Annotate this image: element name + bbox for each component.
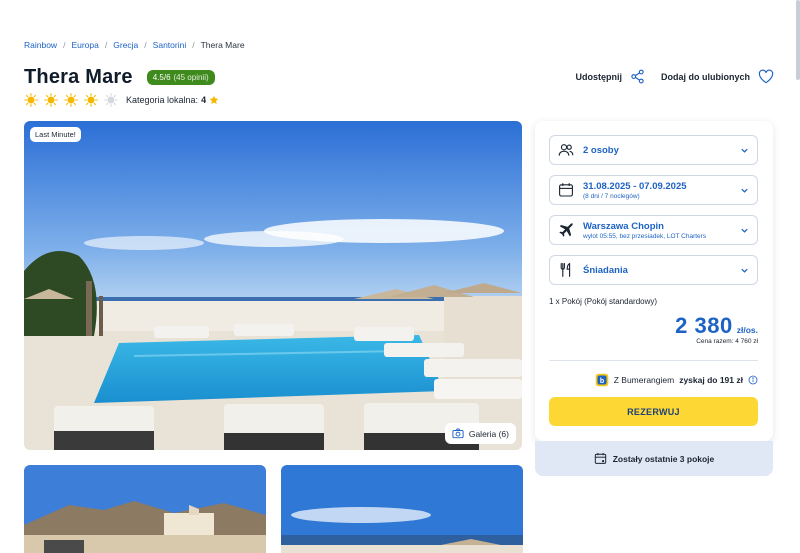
local-category: Kategoria lokalna: 4 [126, 95, 219, 105]
local-category-value: 4 [201, 95, 207, 105]
chevron-down-icon [741, 228, 748, 233]
thumbnail-photo-1[interactable] [24, 465, 266, 553]
chevron-down-icon [741, 148, 748, 153]
dates-subtext: (8 dni / 7 noclegów) [583, 192, 640, 200]
bumerang-logo-icon: b [595, 373, 609, 387]
info-icon[interactable] [748, 375, 758, 385]
breadcrumb-link-santorini[interactable]: Santorini [153, 40, 187, 50]
total-price: Cena razem: 4 760 zł [696, 338, 758, 345]
gallery-label: Galeria (6) [468, 428, 509, 439]
category-suns [24, 93, 118, 107]
persons-select[interactable]: 2 osoby [549, 135, 758, 165]
local-category-label: Kategoria lokalna: [126, 95, 199, 105]
mountain-photo [24, 465, 266, 553]
star-icon [209, 95, 219, 104]
gallery-button[interactable]: Galeria (6) [444, 423, 516, 444]
bumerang-prefix: Z Bumerangiem [613, 375, 675, 385]
thumbnail-photo-2[interactable] [281, 465, 523, 553]
calendar-icon [594, 452, 606, 464]
sun-icon [84, 93, 98, 107]
price-per-person: 2 380 zł/os. [675, 313, 758, 339]
board-select[interactable]: Śniadania [549, 255, 758, 285]
share-button[interactable]: Udostępnij [576, 69, 646, 84]
users-icon [558, 144, 574, 156]
last-minute-badge: Last Minute! [30, 127, 81, 142]
plane-icon [559, 223, 573, 237]
rating-reviews: (45 opinii) [173, 73, 209, 82]
rooms-left-text: Zostały ostatnie 3 pokoje [612, 453, 715, 464]
bumerang-promo: b Z Bumerangiem zyskaj do 191 zł [595, 373, 758, 387]
breadcrumb-link-rainbow[interactable]: Rainbow [24, 40, 57, 50]
persons-value: 2 osoby [583, 144, 619, 156]
hero-photo[interactable]: Last Minute! Galeria (6) [24, 121, 522, 450]
sun-icon [64, 93, 78, 107]
chevron-down-icon [741, 188, 748, 193]
divider [549, 360, 758, 361]
room-summary: 1 x Pokój (Pokój standardowy) [549, 297, 658, 306]
pool-photo [24, 121, 522, 450]
camera-icon [452, 428, 464, 439]
airport-value: Warszawa Chopin [583, 220, 664, 232]
dates-value: 31.08.2025 - 07.09.2025 [583, 180, 687, 192]
breadcrumb-link-grecja[interactable]: Grecja [113, 40, 138, 50]
board-value: Śniadania [583, 264, 628, 276]
departure-airport-select[interactable]: Warszawa Chopin wylot 05:55, bez przesia… [549, 215, 758, 245]
favorite-button[interactable]: Dodaj do ulubionych [661, 69, 774, 84]
favorite-label: Dodaj do ulubionych [661, 71, 750, 82]
sun-empty-icon [104, 93, 118, 107]
reserve-button[interactable]: REZERWUJ [549, 397, 758, 426]
share-icon [631, 69, 644, 84]
breadcrumb: Rainbow / Europa / Grecja / Santorini / … [24, 40, 245, 50]
scrollbar[interactable] [796, 0, 800, 80]
bumerang-highlight: zyskaj do 191 zł [679, 375, 743, 385]
calendar-icon [559, 183, 573, 197]
share-label: Udostępnij [575, 71, 623, 82]
breadcrumb-link-europa[interactable]: Europa [71, 40, 98, 50]
flight-details: wylot 05:55, bez przesiadek, LOT Charter… [583, 232, 707, 240]
rating-score: 4.5/6 [152, 73, 171, 82]
price-amount: 2 380 [675, 313, 733, 338]
sun-icon [44, 93, 58, 107]
cutlery-icon [560, 262, 571, 277]
svg-text:b: b [600, 378, 604, 385]
heart-icon [758, 69, 774, 84]
rating-badge[interactable]: 4.5/6 (45 opinii) [146, 70, 215, 85]
chevron-down-icon [741, 268, 748, 273]
breadcrumb-current: Thera Mare [200, 40, 245, 50]
booking-panel: 2 osoby 31.08.2025 - 07.09.2025 (8 dni /… [535, 121, 773, 441]
rooms-left-notice: Zostały ostatnie 3 pokoje [535, 441, 773, 476]
dates-select[interactable]: 31.08.2025 - 07.09.2025 (8 dni / 7 nocle… [549, 175, 758, 205]
sea-view-photo [281, 465, 523, 553]
sun-icon [24, 93, 38, 107]
hotel-title: Thera Mare [24, 66, 133, 88]
price-unit: zł/os. [736, 325, 758, 335]
